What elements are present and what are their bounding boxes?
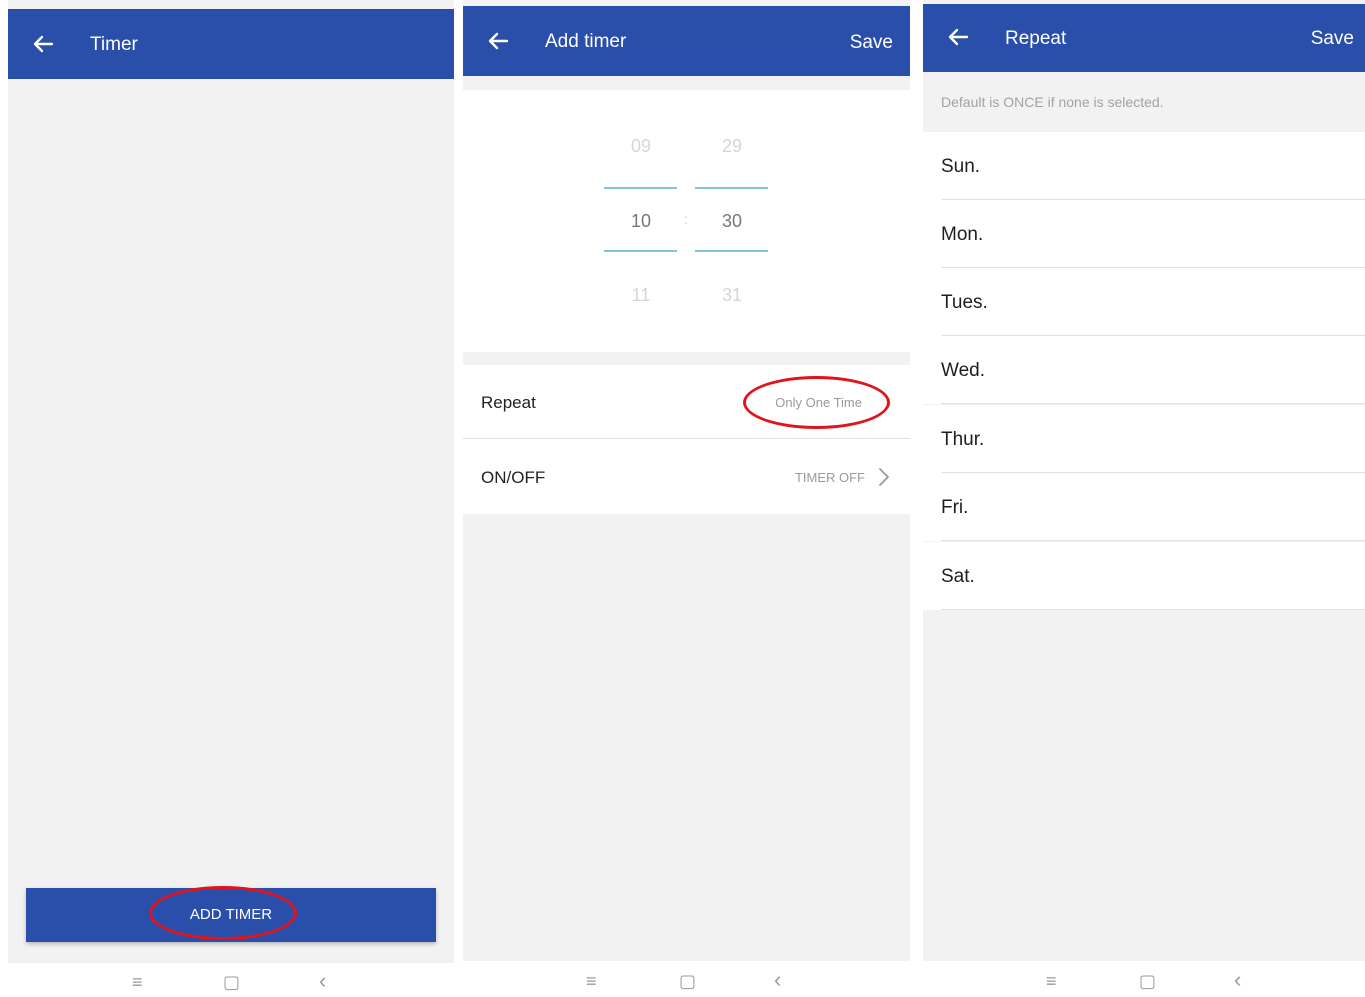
row-divider <box>941 540 1365 541</box>
back-arrow-icon[interactable] <box>32 33 54 55</box>
time-picker[interactable]: 09 29 10 : 30 11 31 <box>463 90 910 352</box>
menu-icon[interactable]: ≡ <box>586 972 597 990</box>
repeat-value: Only One Time <box>775 395 862 410</box>
day-row-wed[interactable]: Wed. <box>923 336 1365 404</box>
home-icon[interactable]: ▢ <box>679 972 696 990</box>
onoff-value: TIMER OFF <box>794 470 865 485</box>
system-nav-bar: ≡ ▢ ‹ <box>923 961 1365 997</box>
nav-back-icon[interactable]: ‹ <box>1234 969 1241 991</box>
repeat-screen: Repeat Save Default is ONCE if none is s… <box>923 0 1365 997</box>
minute-line-top <box>695 187 768 189</box>
day-row-fri[interactable]: Fri. <box>923 473 1365 541</box>
day-label: Wed. <box>941 360 986 381</box>
repeat-row[interactable]: Repeat Only One Time <box>463 365 910 438</box>
timer-screen: Timer ADD TIMER ≡ ▢ ‹ <box>8 0 454 997</box>
day-label: Sat. <box>941 566 975 587</box>
app-bar: Add timer Save <box>463 6 910 76</box>
home-icon[interactable]: ▢ <box>1139 972 1156 990</box>
add-timer-button[interactable]: ADD TIMER <box>26 888 436 942</box>
day-label: Fri. <box>941 497 969 518</box>
app-bar: Timer <box>8 9 454 79</box>
row-divider <box>941 609 1365 610</box>
home-icon[interactable]: ▢ <box>223 973 240 991</box>
system-nav-bar: ≡ ▢ ‹ <box>8 963 454 997</box>
chevron-right-icon <box>878 467 890 492</box>
day-row-sun[interactable]: Sun. <box>923 132 1365 200</box>
hour-selected[interactable]: 10 <box>611 211 671 232</box>
save-button[interactable]: Save <box>1311 28 1354 50</box>
nav-back-icon[interactable]: ‹ <box>774 969 781 991</box>
day-row-thur[interactable]: Thur. <box>923 405 1365 473</box>
add-timer-screen: Add timer Save 09 29 10 : 30 11 31 Repea… <box>463 0 910 997</box>
back-arrow-icon[interactable] <box>487 30 509 52</box>
menu-icon[interactable]: ≡ <box>132 973 143 991</box>
day-label: Thur. <box>941 429 985 450</box>
day-row-tues[interactable]: Tues. <box>923 268 1365 336</box>
onoff-row[interactable]: ON/OFF TIMER OFF <box>463 439 910 514</box>
back-arrow-icon[interactable] <box>947 26 969 48</box>
day-label: Sun. <box>941 156 981 177</box>
hour-line-top <box>604 187 677 189</box>
minute-next[interactable]: 31 <box>702 285 762 306</box>
hour-line-bottom <box>604 250 677 252</box>
add-timer-label: ADD TIMER <box>189 906 273 923</box>
hour-next[interactable]: 11 <box>611 285 671 306</box>
day-row-sat[interactable]: Sat. <box>923 542 1365 610</box>
repeat-hint: Default is ONCE if none is selected. <box>941 94 1164 110</box>
system-nav-bar: ≡ ▢ ‹ <box>463 961 910 997</box>
day-label: Mon. <box>941 224 984 245</box>
minute-selected[interactable]: 30 <box>702 211 762 232</box>
page-title: Timer <box>90 34 138 55</box>
day-label: Tues. <box>941 292 988 313</box>
onoff-label: ON/OFF <box>481 468 546 487</box>
hour-prev[interactable]: 09 <box>611 136 671 157</box>
repeat-label: Repeat <box>481 393 536 412</box>
page-title: Add timer <box>545 31 627 52</box>
save-button[interactable]: Save <box>850 32 893 54</box>
nav-back-icon[interactable]: ‹ <box>319 970 326 992</box>
time-separator: : <box>684 211 688 227</box>
minute-prev[interactable]: 29 <box>702 136 762 157</box>
row-divider <box>941 403 1365 404</box>
app-bar: Repeat Save <box>923 4 1365 72</box>
minute-line-bottom <box>695 250 768 252</box>
menu-icon[interactable]: ≡ <box>1046 972 1057 990</box>
day-row-mon[interactable]: Mon. <box>923 200 1365 268</box>
page-title: Repeat <box>1005 28 1067 49</box>
